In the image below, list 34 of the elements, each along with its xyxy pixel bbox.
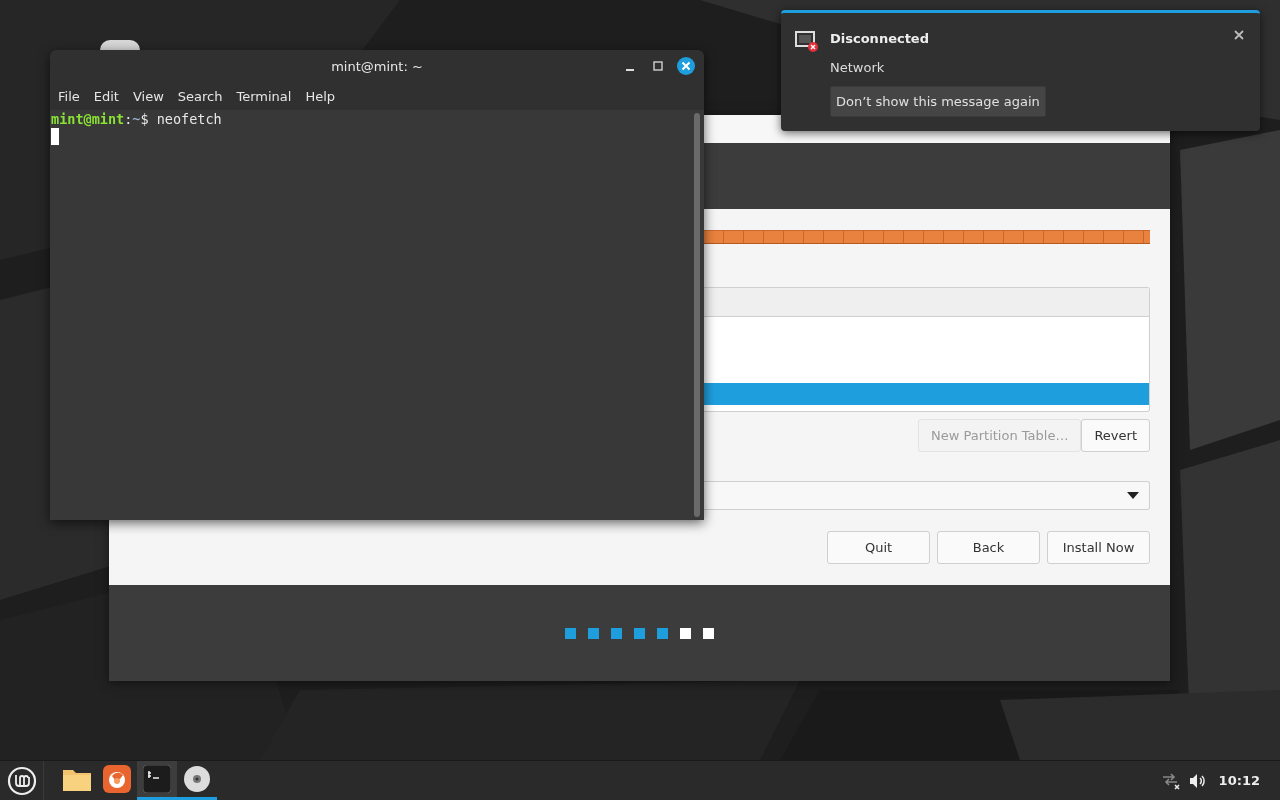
disc-icon	[183, 765, 211, 793]
table-button[interactable]: Revert	[1081, 419, 1150, 452]
dialog-button[interactable]: Quit	[827, 531, 930, 564]
action-button[interactable]: Don’t show this message again	[830, 86, 1046, 117]
notification-title: Disconnected	[830, 31, 929, 47]
close-button[interactable]	[1232, 28, 1246, 42]
logo-icon	[6, 765, 37, 796]
scrollbar[interactable]	[694, 113, 700, 517]
notification-body: Network	[830, 60, 885, 76]
menu-item[interactable]: Edit	[87, 88, 125, 104]
minimize-icon	[626, 69, 634, 71]
taskbar-app[interactable]	[137, 761, 177, 800]
close-icon	[677, 57, 695, 75]
desktop-icon[interactable]	[100, 40, 140, 50]
maximize-icon	[653, 61, 663, 71]
fox-icon	[103, 765, 131, 793]
terminal-cursor	[51, 128, 59, 145]
dialog-button[interactable]: Back	[937, 531, 1040, 564]
close-icon	[1232, 28, 1246, 42]
caret-icon	[1127, 492, 1139, 499]
clock[interactable]: 10:12	[1218, 773, 1260, 788]
volume-icon[interactable]	[1188, 772, 1207, 789]
window-title: mint@mint: ~	[331, 58, 423, 74]
menu-item[interactable]: Help	[299, 88, 342, 104]
menu-item[interactable]: File	[52, 88, 86, 104]
dialog-button[interactable]: Install Now	[1047, 531, 1150, 564]
menu-item[interactable]: Terminal	[230, 88, 298, 104]
menu-item[interactable]: Search	[171, 88, 229, 104]
terminal-line: mint@mint:~$ neofetch	[51, 111, 222, 128]
terminal-icon	[143, 765, 171, 793]
close-button[interactable]	[676, 56, 696, 76]
network-disconnected-icon	[795, 31, 819, 53]
menu-item[interactable]: View	[126, 88, 170, 104]
network-icon	[1160, 771, 1181, 790]
